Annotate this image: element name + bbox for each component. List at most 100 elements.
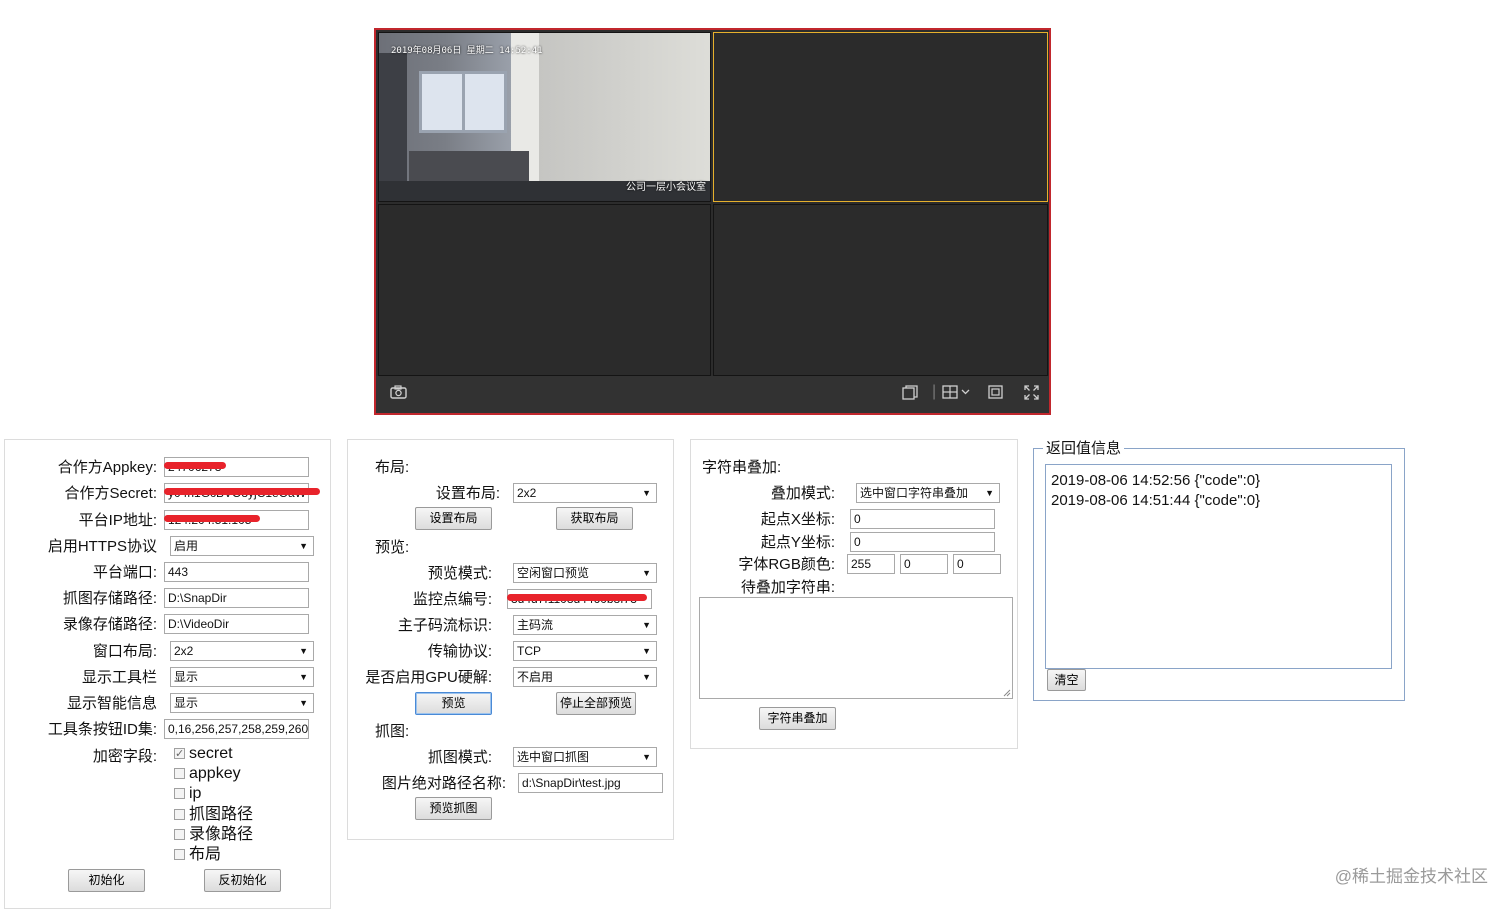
overlay-x-input[interactable]: 0	[850, 509, 995, 529]
camera-snapshot-icon[interactable]	[390, 385, 407, 403]
snap-path-input[interactable]: D:\SnapDir	[164, 588, 309, 608]
chevron-down-icon: ▼	[985, 488, 994, 498]
rgb-red-input[interactable]: 255	[847, 554, 895, 574]
checkbox-icon	[174, 768, 185, 779]
chevron-down-icon: ▼	[642, 672, 651, 682]
https-select[interactable]: 启用 ▼	[170, 536, 314, 556]
overlay-text-area[interactable]	[699, 597, 1013, 699]
set-layout-select[interactable]: 2x2 ▼	[513, 483, 657, 503]
rgb-blue-input[interactable]: 0	[953, 554, 1001, 574]
encrypt-checkbox-ip[interactable]: ip	[174, 785, 201, 803]
https-select-value: 启用	[174, 539, 199, 553]
chevron-down-icon: ▼	[642, 568, 651, 578]
encrypt-checkbox-layout[interactable]: 布局	[174, 846, 221, 864]
encrypt-checkbox-snap-path[interactable]: 抓图路径	[174, 806, 253, 824]
window-fullscreen-icon[interactable]	[988, 385, 1003, 403]
toolbar-ids-label: 工具条按钮ID集:	[47, 721, 157, 738]
checkbox-label: secret	[189, 745, 233, 762]
video-window-2[interactable]	[713, 32, 1048, 202]
rgb-green-input[interactable]: 0	[900, 554, 948, 574]
stream-select[interactable]: 主码流 ▼	[513, 615, 657, 635]
encrypt-checkbox-appkey[interactable]: appkey	[174, 765, 241, 783]
encrypt-label: 加密字段:	[92, 748, 157, 765]
checkbox-label: ip	[189, 785, 202, 802]
overlay-y-label: 起点Y坐标:	[760, 534, 835, 551]
overlay-button[interactable]: 字符串叠加	[759, 707, 836, 730]
snap-mode-select-value: 选中窗口抓图	[517, 750, 590, 764]
toolbar-ids-input[interactable]: 0,16,256,257,258,259,260	[164, 719, 309, 739]
checkbox-label: 布局	[189, 846, 222, 863]
video-path-label: 录像存储路径:	[62, 616, 157, 633]
video-window-4[interactable]	[713, 204, 1048, 376]
stop-all-preview-button[interactable]: 停止全部预览	[556, 692, 636, 715]
preview-mode-select[interactable]: 空闲窗口预览 ▼	[513, 563, 657, 583]
overlay-mode-select-value: 选中窗口字符串叠加	[860, 486, 969, 500]
window-layout-label: 窗口布局:	[92, 643, 157, 660]
toolbar-divider: |	[932, 383, 937, 400]
resize-handle-icon[interactable]	[1002, 688, 1011, 697]
init-button[interactable]: 初始化	[68, 869, 145, 892]
return-value-legend: 返回值信息	[1043, 440, 1125, 458]
stream-select-value: 主码流	[517, 618, 554, 632]
osd-timestamp: 2019年08月06日 星期二 14:52:41	[391, 46, 543, 56]
get-layout-button[interactable]: 获取布局	[556, 507, 633, 530]
overlay-text-label: 待叠加字符串:	[740, 579, 835, 596]
chevron-down-icon: ▼	[642, 646, 651, 656]
uninit-button[interactable]: 反初始化	[204, 869, 281, 892]
https-label: 启用HTTPS协议	[47, 538, 157, 555]
redaction-mark	[164, 488, 320, 495]
redaction-mark	[164, 515, 260, 522]
redaction-mark	[507, 594, 647, 601]
layout-section-title: 布局:	[375, 459, 410, 476]
snap-mode-select[interactable]: 选中窗口抓图 ▼	[513, 747, 657, 767]
overlay-y-input[interactable]: 0	[850, 532, 995, 552]
gpu-select[interactable]: 不启用 ▼	[513, 667, 657, 687]
chevron-down-icon: ▼	[299, 646, 308, 656]
chevron-down-icon: ▼	[299, 541, 308, 551]
ip-label: 平台IP地址:	[78, 512, 157, 529]
checkbox-checked-icon	[174, 745, 185, 763]
gpu-label: 是否启用GPU硬解:	[365, 669, 492, 686]
preview-mode-label: 预览模式:	[427, 565, 492, 582]
preview-button[interactable]: 预览	[415, 692, 492, 715]
window-layout-select[interactable]: 2x2 ▼	[170, 641, 314, 661]
chevron-down-icon: ▼	[642, 752, 651, 762]
show-smart-label: 显示智能信息	[66, 695, 157, 712]
video-window-1[interactable]: 2019年08月06日 星期二 14:52:41 公司一层小会议室	[378, 32, 711, 202]
fullscreen-icon[interactable]	[1024, 385, 1039, 404]
chevron-down-icon: ▼	[299, 698, 308, 708]
set-layout-label: 设置布局:	[435, 485, 500, 502]
clear-button[interactable]: 清空	[1047, 669, 1086, 691]
checkbox-icon	[174, 809, 185, 820]
return-line: 2019-08-06 14:52:56 {"code":0}	[1051, 472, 1261, 489]
show-toolbar-label: 显示工具栏	[81, 669, 157, 686]
set-layout-button[interactable]: 设置布局	[415, 507, 492, 530]
port-input[interactable]: 443	[164, 562, 309, 582]
snap-path-label: 抓图存储路径:	[62, 590, 157, 607]
snap-file-label: 图片绝对路径名称:	[381, 775, 506, 792]
protocol-select[interactable]: TCP ▼	[513, 641, 657, 661]
chevron-down-icon: ▼	[299, 672, 308, 682]
encrypt-checkbox-video-path[interactable]: 录像路径	[174, 826, 253, 844]
protocol-select-value: TCP	[517, 644, 541, 658]
video-window-3[interactable]	[378, 204, 711, 376]
snap-button[interactable]: 预览抓图	[415, 797, 492, 820]
layout-grid-icon[interactable]	[942, 385, 972, 403]
camera-code-label: 监控点编号:	[412, 591, 492, 608]
snap-file-input[interactable]: d:\SnapDir\test.jpg	[518, 773, 663, 793]
redaction-mark	[164, 462, 226, 469]
show-toolbar-select[interactable]: 显示 ▼	[170, 667, 314, 687]
video-player: 2019年08月06日 星期二 14:52:41 公司一层小会议室 |	[374, 28, 1051, 415]
overlay-mode-select[interactable]: 选中窗口字符串叠加 ▼	[856, 483, 1000, 503]
encrypt-checkbox-secret[interactable]: secret	[174, 745, 233, 763]
window-layout-select-value: 2x2	[174, 644, 194, 658]
video-path-input[interactable]: D:\VideoDir	[164, 614, 309, 634]
checkbox-label: 录像路径	[189, 826, 254, 843]
show-smart-select-value: 显示	[174, 696, 199, 710]
chevron-down-icon: ▼	[642, 620, 651, 630]
show-smart-select[interactable]: 显示 ▼	[170, 693, 314, 713]
overlay-section-title: 字符串叠加:	[702, 459, 782, 476]
return-value-textarea[interactable]: 2019-08-06 14:52:56 {"code":0} 2019-08-0…	[1045, 464, 1392, 669]
stop-all-icon[interactable]	[902, 385, 918, 404]
stream-label: 主子码流标识:	[397, 617, 492, 634]
